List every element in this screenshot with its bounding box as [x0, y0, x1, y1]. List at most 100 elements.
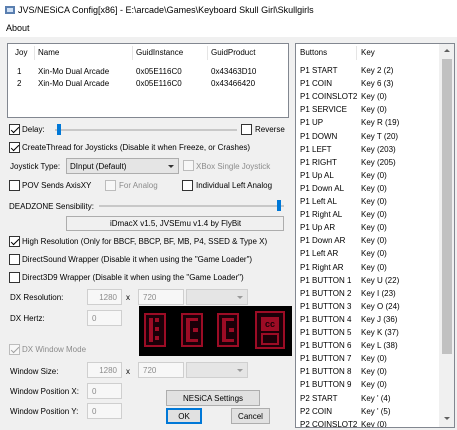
menu-about[interactable]: About: [6, 23, 30, 33]
col-buttons[interactable]: Buttons: [300, 48, 327, 57]
key-row-button[interactable]: P1 COIN: [300, 79, 332, 88]
key-row-button[interactable]: P1 BUTTON 1: [300, 276, 351, 285]
scroll-thumb[interactable]: [442, 59, 452, 354]
key-row-key[interactable]: Key (203): [361, 145, 396, 154]
key-row-button[interactable]: P1 Left AL: [300, 197, 337, 206]
scroll-down-icon[interactable]: [444, 417, 450, 420]
key-row-button[interactable]: P2 START: [300, 394, 338, 403]
delay-checkbox[interactable]: [9, 124, 20, 135]
individual-left-analog-checkbox[interactable]: [182, 180, 193, 191]
key-row-button[interactable]: P1 START: [300, 66, 338, 75]
delay-slider-thumb[interactable]: [57, 124, 61, 135]
key-row-key[interactable]: Key (0): [361, 92, 387, 101]
key-row-key[interactable]: Key (0): [361, 105, 387, 114]
key-row-key[interactable]: Key L (38): [361, 341, 398, 350]
key-row-key[interactable]: Key (0): [361, 249, 387, 258]
reverse-checkbox[interactable]: [241, 124, 252, 135]
col-key[interactable]: Key: [361, 48, 375, 57]
col-guid-product[interactable]: GuidProduct: [211, 48, 255, 57]
key-row-button[interactable]: P1 Down AL: [300, 184, 344, 193]
window-size-select[interactable]: [186, 362, 248, 378]
delay-slider-track[interactable]: [55, 129, 237, 131]
key-row-key[interactable]: Key R (19): [361, 118, 399, 127]
dx-resolution-select[interactable]: [186, 289, 248, 305]
key-row-key[interactable]: Key K (37): [361, 328, 399, 337]
key-row-button[interactable]: P1 LEFT: [300, 145, 332, 154]
key-row-button[interactable]: P1 Up AL: [300, 171, 334, 180]
key-row-key[interactable]: Key (205): [361, 158, 396, 167]
col-joy[interactable]: Joy: [15, 48, 27, 57]
create-thread-checkbox[interactable]: [9, 142, 20, 153]
key-row-key[interactable]: Key (0): [361, 210, 387, 219]
key-row-button[interactable]: P1 BUTTON 7: [300, 354, 351, 363]
device-row-2-guid-instance[interactable]: 0x05E116C0: [136, 79, 182, 88]
window-size-width[interactable]: 1280: [87, 362, 122, 378]
key-row-key[interactable]: Key (0): [361, 171, 387, 180]
key-mapping-list[interactable]: Buttons Key P1 START Key 2 (2) P1 COIN Key …: [295, 43, 455, 428]
key-row-button[interactable]: P1 COINSLOT2: [300, 92, 357, 101]
key-row-button[interactable]: P2 COINSLOT2: [300, 420, 357, 427]
scroll-up-icon[interactable]: [444, 49, 450, 52]
key-row-key[interactable]: Key (0): [361, 354, 387, 363]
joystick-type-select[interactable]: DInput (Default): [66, 158, 179, 174]
device-row-2-guid-product[interactable]: 0x43466420: [211, 79, 255, 88]
dx-window-mode-checkbox[interactable]: [9, 344, 20, 355]
device-row-1-guid-instance[interactable]: 0x05E116C0: [136, 67, 182, 76]
key-row-key[interactable]: Key 2 (2): [361, 66, 393, 75]
key-row-button[interactable]: P1 DOWN: [300, 132, 337, 141]
key-row-key[interactable]: Key (0): [361, 223, 387, 232]
for-analog-checkbox[interactable]: [105, 180, 116, 191]
key-row-button[interactable]: P2 COIN: [300, 407, 332, 416]
key-row-button[interactable]: P1 UP: [300, 118, 323, 127]
window-pos-y-field[interactable]: 0: [87, 403, 122, 419]
ok-button[interactable]: OK: [166, 408, 202, 424]
key-row-button[interactable]: P1 BUTTON 5: [300, 328, 351, 337]
key-row-button[interactable]: P1 Down AR: [300, 236, 345, 245]
col-guid-instance[interactable]: GuidInstance: [136, 48, 183, 57]
key-row-button[interactable]: P1 BUTTON 3: [300, 302, 351, 311]
key-row-key[interactable]: Key (0): [361, 197, 387, 206]
dx-resolution-height[interactable]: 720: [138, 289, 184, 305]
high-resolution-checkbox[interactable]: [9, 236, 20, 247]
device-row-1-joy[interactable]: 1: [17, 67, 21, 76]
deadzone-slider-track[interactable]: [99, 205, 284, 207]
key-row-key[interactable]: Key (0): [361, 380, 387, 389]
deadzone-slider-thumb[interactable]: [277, 200, 281, 211]
key-row-key[interactable]: Key U (22): [361, 276, 399, 285]
key-row-key[interactable]: Key I (23): [361, 289, 396, 298]
key-row-key[interactable]: Key J (36): [361, 315, 397, 324]
key-row-button[interactable]: P1 Right AR: [300, 263, 344, 272]
key-row-button[interactable]: P1 BUTTON 4: [300, 315, 351, 324]
key-row-button[interactable]: P1 BUTTON 2: [300, 289, 351, 298]
key-row-key[interactable]: Key (0): [361, 263, 387, 272]
key-row-button[interactable]: P1 Up AR: [300, 223, 335, 232]
dx-hertz-field[interactable]: 0: [87, 310, 122, 326]
xbox-single-checkbox[interactable]: [183, 160, 194, 171]
col-name[interactable]: Name: [38, 48, 59, 57]
device-row-1-name[interactable]: Xin-Mo Dual Arcade: [38, 67, 109, 76]
cancel-button[interactable]: Cancel: [231, 408, 270, 424]
key-row-button[interactable]: P1 Right AL: [300, 210, 342, 219]
window-size-height[interactable]: 720: [138, 362, 184, 378]
key-row-button[interactable]: P1 BUTTON 8: [300, 367, 351, 376]
key-row-button[interactable]: P1 RIGHT: [300, 158, 337, 167]
key-row-key[interactable]: Key (0): [361, 420, 387, 427]
key-row-key[interactable]: Key 6 (3): [361, 79, 393, 88]
key-row-key[interactable]: Key ' (4): [361, 394, 391, 403]
key-row-button[interactable]: P1 BUTTON 6: [300, 341, 351, 350]
device-row-1-guid-product[interactable]: 0x43463D10: [211, 67, 256, 76]
nesica-settings-button[interactable]: NESiCA Settings: [166, 390, 260, 406]
key-row-key[interactable]: Key (0): [361, 236, 387, 245]
device-row-2-name[interactable]: Xin-Mo Dual Arcade: [38, 79, 109, 88]
key-row-key[interactable]: Key ' (5): [361, 407, 391, 416]
key-row-key[interactable]: Key (0): [361, 184, 387, 193]
window-pos-x-field[interactable]: 0: [87, 383, 122, 399]
direct3d9-checkbox[interactable]: [9, 272, 20, 283]
directsound-checkbox[interactable]: [9, 254, 20, 265]
key-row-button[interactable]: P1 BUTTON 9: [300, 380, 351, 389]
key-list-scrollbar[interactable]: [439, 44, 454, 427]
key-row-key[interactable]: Key (0): [361, 367, 387, 376]
key-row-button[interactable]: P1 SERVICE: [300, 105, 347, 114]
pov-checkbox[interactable]: [9, 180, 20, 191]
device-row-2-joy[interactable]: 2: [17, 79, 21, 88]
